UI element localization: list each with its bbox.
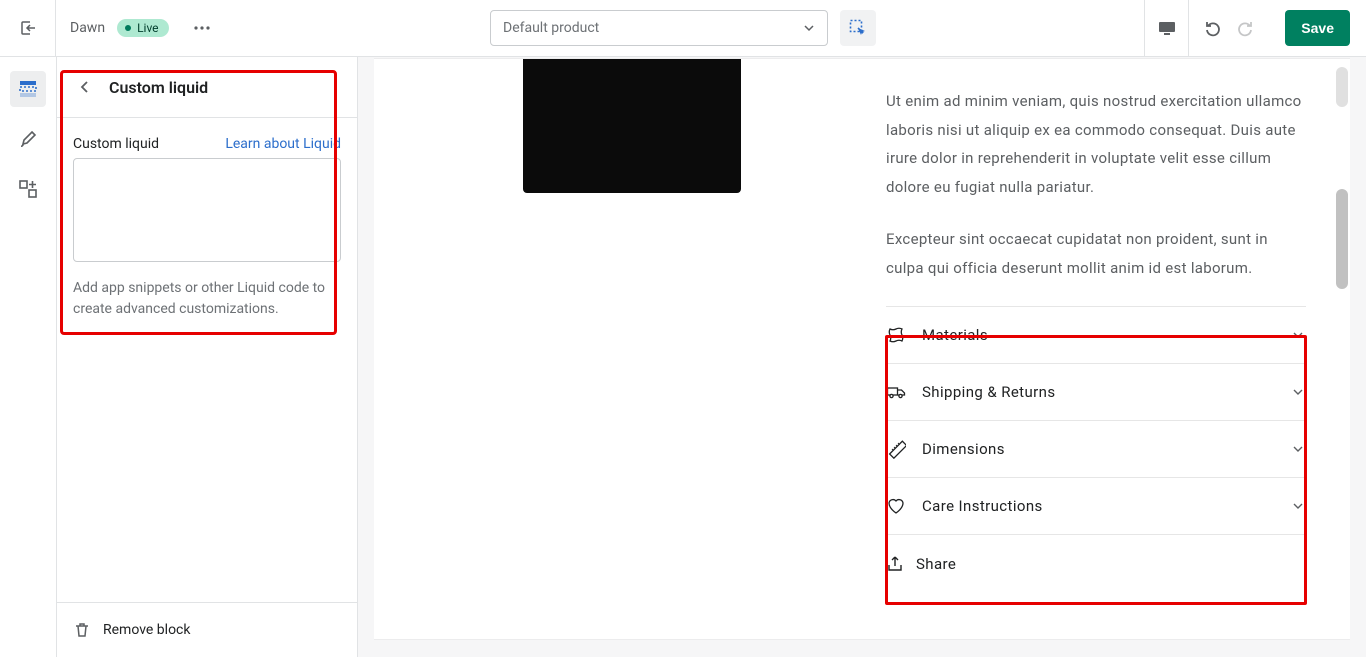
share-label: Share [916, 555, 956, 573]
settings-sidebar: Custom liquid Custom liquid Learn about … [57, 57, 358, 657]
product-image [418, 59, 846, 261]
scrollbar-thumb[interactable] [1336, 189, 1348, 289]
redo-button[interactable] [1229, 10, 1261, 46]
accordion-care[interactable]: Care Instructions [886, 477, 1306, 534]
chevron-down-icon [1290, 498, 1306, 514]
field-label: Custom liquid [73, 136, 159, 152]
live-badge: Live [117, 19, 168, 37]
product-description: Ut enim ad minim veniam, quis nostrud ex… [886, 87, 1306, 282]
accordion-shipping[interactable]: Shipping & Returns [886, 363, 1306, 420]
product-info: Ut enim ad minim veniam, quis nostrud ex… [886, 59, 1306, 639]
preview-scroll: Ut enim ad minim veniam, quis nostrud ex… [374, 57, 1350, 641]
template-select-label: Default product [503, 20, 599, 36]
undo-icon [1203, 18, 1223, 38]
theme-settings-rail-button[interactable] [10, 121, 46, 157]
apps-rail-button[interactable] [10, 171, 46, 207]
theme-info: Dawn Live [56, 19, 183, 37]
description-paragraph-2: Excepteur sint occaecat cupidatat non pr… [886, 225, 1306, 282]
share-icon [886, 555, 904, 573]
ruler-icon [886, 439, 906, 459]
preview-canvas: Ut enim ad minim veniam, quis nostrud ex… [374, 59, 1350, 639]
custom-liquid-textarea[interactable] [73, 158, 341, 262]
sidebar-body: Custom liquid Learn about Liquid Add app… [57, 118, 357, 602]
share-button[interactable]: Share [886, 534, 1306, 581]
accordion-label: Dimensions [922, 440, 1274, 458]
vertical-scrollbar[interactable] [1336, 57, 1348, 621]
accordion-label: Shipping & Returns [922, 383, 1274, 401]
learn-about-liquid-link[interactable]: Learn about Liquid [225, 136, 341, 152]
truck-icon [886, 382, 906, 402]
description-paragraph-1: Ut enim ad minim veniam, quis nostrud ex… [886, 87, 1306, 201]
scrollbar-thumb[interactable] [1336, 67, 1348, 107]
back-button[interactable] [73, 75, 97, 99]
undo-redo-group [1188, 0, 1269, 56]
preview-wrapper: Ut enim ad minim veniam, quis nostrud ex… [358, 57, 1366, 657]
save-button[interactable]: Save [1285, 10, 1350, 46]
sections-icon [17, 78, 39, 100]
topbar-right: Save [1144, 0, 1366, 56]
left-rail [0, 57, 57, 657]
sidebar-header: Custom liquid [57, 57, 357, 118]
sidebar-title: Custom liquid [109, 78, 208, 97]
accordion-list: Materials Shipping & Returns Dimensions [886, 306, 1306, 581]
exit-icon [18, 18, 38, 38]
inspector-toggle[interactable] [840, 10, 876, 46]
trash-icon [73, 621, 91, 639]
remove-block-button[interactable]: Remove block [73, 621, 341, 639]
undo-button[interactable] [1197, 10, 1229, 46]
chevron-left-icon [77, 79, 93, 95]
field-header: Custom liquid Learn about Liquid [73, 136, 341, 152]
topbar-left: Dawn Live [0, 0, 221, 56]
chevron-down-icon [1290, 327, 1306, 343]
paintbrush-icon [18, 129, 38, 149]
heart-icon [886, 496, 906, 516]
inspector-icon [848, 18, 868, 38]
product-media [418, 59, 846, 639]
leather-icon [886, 325, 906, 345]
device-preview-button[interactable] [1144, 0, 1188, 56]
caret-down-icon [803, 22, 815, 34]
topbar-center: Default product [490, 10, 876, 46]
chevron-down-icon [1290, 441, 1306, 457]
theme-name: Dawn [70, 20, 105, 36]
accordion-label: Care Instructions [922, 497, 1274, 515]
accordion-materials[interactable]: Materials [886, 306, 1306, 363]
accordion-label: Materials [922, 326, 1274, 344]
accordion-dimensions[interactable]: Dimensions [886, 420, 1306, 477]
field-help-text: Add app snippets or other Liquid code to… [73, 278, 341, 320]
more-actions-button[interactable] [183, 13, 221, 43]
topbar: Dawn Live Default product Save [0, 0, 1366, 57]
desktop-icon [1157, 18, 1177, 38]
tshirt-graphic [523, 59, 741, 193]
remove-block-label: Remove block [103, 622, 190, 638]
sections-rail-button[interactable] [10, 71, 46, 107]
template-select[interactable]: Default product [490, 10, 828, 46]
sidebar-footer: Remove block [57, 602, 357, 657]
product-layout: Ut enim ad minim veniam, quis nostrud ex… [374, 59, 1350, 639]
ellipsis-icon [193, 19, 211, 37]
apps-icon [18, 179, 38, 199]
chevron-down-icon [1290, 384, 1306, 400]
redo-icon [1235, 18, 1255, 38]
exit-editor-button[interactable] [0, 0, 56, 56]
